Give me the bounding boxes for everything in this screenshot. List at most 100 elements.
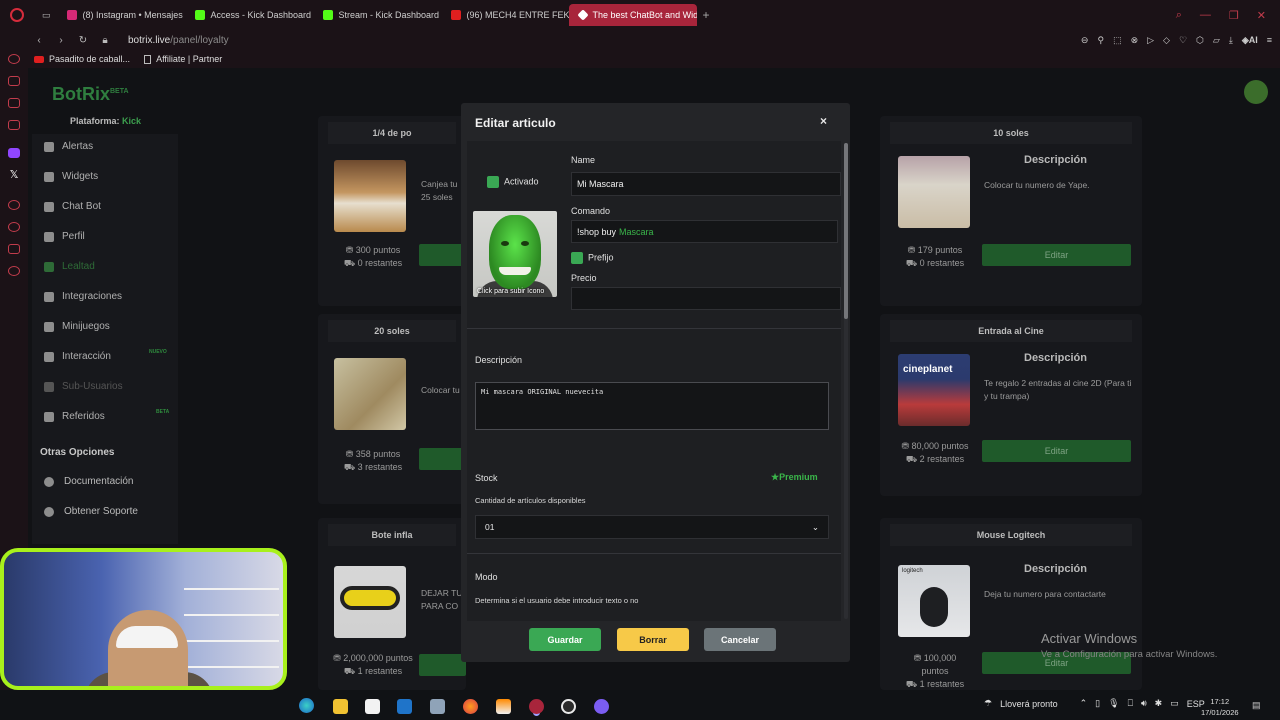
edit-button[interactable] bbox=[419, 244, 466, 266]
sidebar-item-referidos[interactable]: Referidos bbox=[44, 411, 105, 422]
edit-button[interactable] bbox=[419, 448, 466, 470]
bookmark-affiliate[interactable]: Affiliate | Partner bbox=[144, 54, 222, 64]
download-icon[interactable]: ⤓ bbox=[1229, 35, 1233, 46]
volume-icon[interactable]: 🔊︎ bbox=[1141, 698, 1147, 709]
close-icon[interactable]: × bbox=[820, 114, 827, 128]
sidebar-item-chatbot[interactable]: Chat Bot bbox=[44, 201, 101, 212]
sidebar-item-minijuegos[interactable]: Minijuegos bbox=[44, 321, 110, 332]
checkbox-icon[interactable] bbox=[487, 176, 499, 188]
outlook-icon[interactable] bbox=[397, 699, 412, 714]
sidebar-item-perfil[interactable]: Perfil bbox=[44, 231, 85, 242]
battery-icon[interactable]: ▭ bbox=[1170, 698, 1179, 709]
cancel-button[interactable]: Cancelar bbox=[704, 628, 776, 651]
mic-icon[interactable]: 🎙︎ bbox=[1108, 698, 1119, 709]
bluetooth-icon[interactable]: ✱ bbox=[1155, 698, 1163, 709]
vlc-icon[interactable] bbox=[496, 699, 511, 714]
sidebar-item-soporte[interactable]: Obtener Soporte bbox=[44, 506, 138, 517]
sidebar-item-widgets[interactable]: Widgets bbox=[44, 171, 98, 182]
extensions-icon[interactable]: ⬡ bbox=[1196, 35, 1204, 46]
sidebar-item-subusuarios[interactable]: Sub-Usuarios bbox=[44, 381, 123, 392]
store-icon[interactable] bbox=[365, 699, 380, 714]
player-icon[interactable]: ▷ bbox=[1147, 35, 1154, 46]
ai-button[interactable]: ◈AI bbox=[1242, 35, 1258, 46]
notifications-icon[interactable]: ▤ bbox=[1252, 700, 1261, 711]
opera-logo-icon[interactable] bbox=[10, 8, 24, 22]
delete-button[interactable]: Borrar bbox=[617, 628, 689, 651]
avatar[interactable] bbox=[1244, 80, 1268, 104]
vpn-icon[interactable]: ◇ bbox=[1163, 35, 1170, 46]
tab-instagram[interactable]: (8) Instagram • Mensajes bbox=[57, 4, 185, 26]
sidebar-item-documentacion[interactable]: Documentación bbox=[44, 476, 133, 487]
chevron-up-icon[interactable]: ⌃ bbox=[1080, 698, 1088, 709]
tab-kick-stream[interactable]: Stream - Kick Dashboard bbox=[313, 4, 441, 26]
clock[interactable]: 17:12 17/01/2026 bbox=[1201, 696, 1239, 718]
snapshot-icon[interactable]: ⬚ bbox=[1113, 35, 1122, 46]
edit-button[interactable]: Editar bbox=[982, 244, 1131, 266]
sidebar-item-lealtad[interactable]: Lealtad bbox=[44, 261, 95, 272]
home-icon[interactable] bbox=[8, 76, 20, 86]
sidebar-item-interaccion[interactable]: Interacción bbox=[44, 351, 111, 362]
wallet-icon[interactable]: ▱ bbox=[1213, 35, 1220, 46]
minimize-button[interactable]: — bbox=[1200, 9, 1211, 22]
url-field[interactable]: botrix.live/panel/loyalty bbox=[128, 35, 229, 46]
edit-button[interactable]: Editar bbox=[982, 440, 1131, 462]
weather-text[interactable]: Lloverá pronto bbox=[1000, 699, 1058, 709]
obs-icon[interactable] bbox=[561, 699, 576, 714]
tab-list-icon[interactable]: ▭ bbox=[36, 4, 57, 26]
tab-kick-access[interactable]: Access - Kick Dashboard bbox=[185, 4, 313, 26]
bookmark-youtube[interactable]: Pasadito de caball... bbox=[34, 54, 130, 64]
checkbox-icon[interactable] bbox=[571, 252, 583, 264]
pin-icon[interactable]: ⚲ bbox=[1097, 35, 1104, 46]
extensions-icon[interactable] bbox=[8, 244, 20, 254]
x-icon[interactable]: 𝕏 bbox=[8, 170, 20, 182]
sidebar-item-integraciones[interactable]: Integraciones bbox=[44, 291, 122, 302]
edge-icon[interactable] bbox=[299, 698, 314, 713]
history-icon[interactable] bbox=[8, 222, 20, 232]
tab-youtube[interactable]: (96) MECH4 ENTRE FEKA bbox=[441, 4, 569, 26]
aria-icon[interactable] bbox=[8, 54, 20, 64]
edit-button[interactable] bbox=[419, 654, 466, 676]
close-window-button[interactable]: ✕ bbox=[1257, 9, 1266, 22]
app-icon[interactable] bbox=[594, 699, 609, 714]
cap bbox=[116, 626, 178, 648]
settings-icon[interactable] bbox=[8, 266, 20, 276]
kick-icon bbox=[322, 10, 333, 20]
new-tab-button[interactable]: + bbox=[697, 8, 716, 22]
card-description-title: Descripción bbox=[1024, 563, 1087, 575]
adblock-icon[interactable]: ⊗ bbox=[1131, 35, 1139, 46]
twitch-icon[interactable] bbox=[8, 148, 20, 158]
save-button[interactable]: Guardar bbox=[529, 628, 601, 651]
reload-icon[interactable]: ↻ bbox=[74, 35, 92, 46]
maximize-button[interactable]: ❐ bbox=[1229, 9, 1239, 22]
mail-icon[interactable] bbox=[8, 120, 20, 130]
prefix-toggle[interactable]: Prefijo bbox=[571, 252, 614, 264]
sidebar-item-label: Documentación bbox=[64, 476, 134, 487]
firefox-icon[interactable] bbox=[463, 699, 478, 714]
back-icon[interactable]: ‹ bbox=[30, 35, 48, 46]
search-tabs-icon[interactable]: ⌕ bbox=[1176, 9, 1182, 22]
divider bbox=[467, 328, 841, 329]
card-title: 10 soles bbox=[890, 122, 1132, 144]
phone-icon[interactable]: ▯ bbox=[1095, 698, 1100, 709]
active-toggle[interactable]: Activado bbox=[487, 176, 539, 188]
description-textarea[interactable]: Mi mascara ORIGINAL nuevecita bbox=[475, 382, 829, 430]
zoom-icon[interactable]: ⊖ bbox=[1081, 35, 1089, 46]
opera-icon[interactable] bbox=[529, 699, 544, 714]
stock-select[interactable]: 01 ⌄ bbox=[475, 515, 829, 539]
messenger-icon[interactable] bbox=[8, 98, 20, 108]
forward-icon[interactable]: › bbox=[52, 35, 70, 46]
heart-icon[interactable]: ♡ bbox=[1179, 35, 1187, 46]
file-explorer-icon[interactable] bbox=[333, 699, 348, 714]
sidebar-item-alertas[interactable]: Alertas bbox=[44, 141, 93, 152]
photos-icon[interactable] bbox=[430, 699, 445, 714]
network-icon[interactable]: ⎕ bbox=[1128, 698, 1133, 709]
tab-botrix[interactable]: The best ChatBot and Wid bbox=[568, 4, 697, 26]
scrollbar-thumb[interactable] bbox=[844, 143, 848, 319]
item-icon-upload[interactable] bbox=[473, 211, 557, 297]
menu-icon[interactable]: ≡ bbox=[1267, 35, 1272, 46]
name-field[interactable]: Mi Mascara bbox=[571, 172, 841, 196]
player-icon[interactable] bbox=[8, 200, 20, 210]
command-field[interactable]: !shop buy Mascara bbox=[571, 220, 838, 243]
price-field[interactable] bbox=[571, 287, 841, 310]
reward-card: Bote infla DEJAR TU PARA CO ⛃ 2,000,000 … bbox=[318, 518, 466, 690]
